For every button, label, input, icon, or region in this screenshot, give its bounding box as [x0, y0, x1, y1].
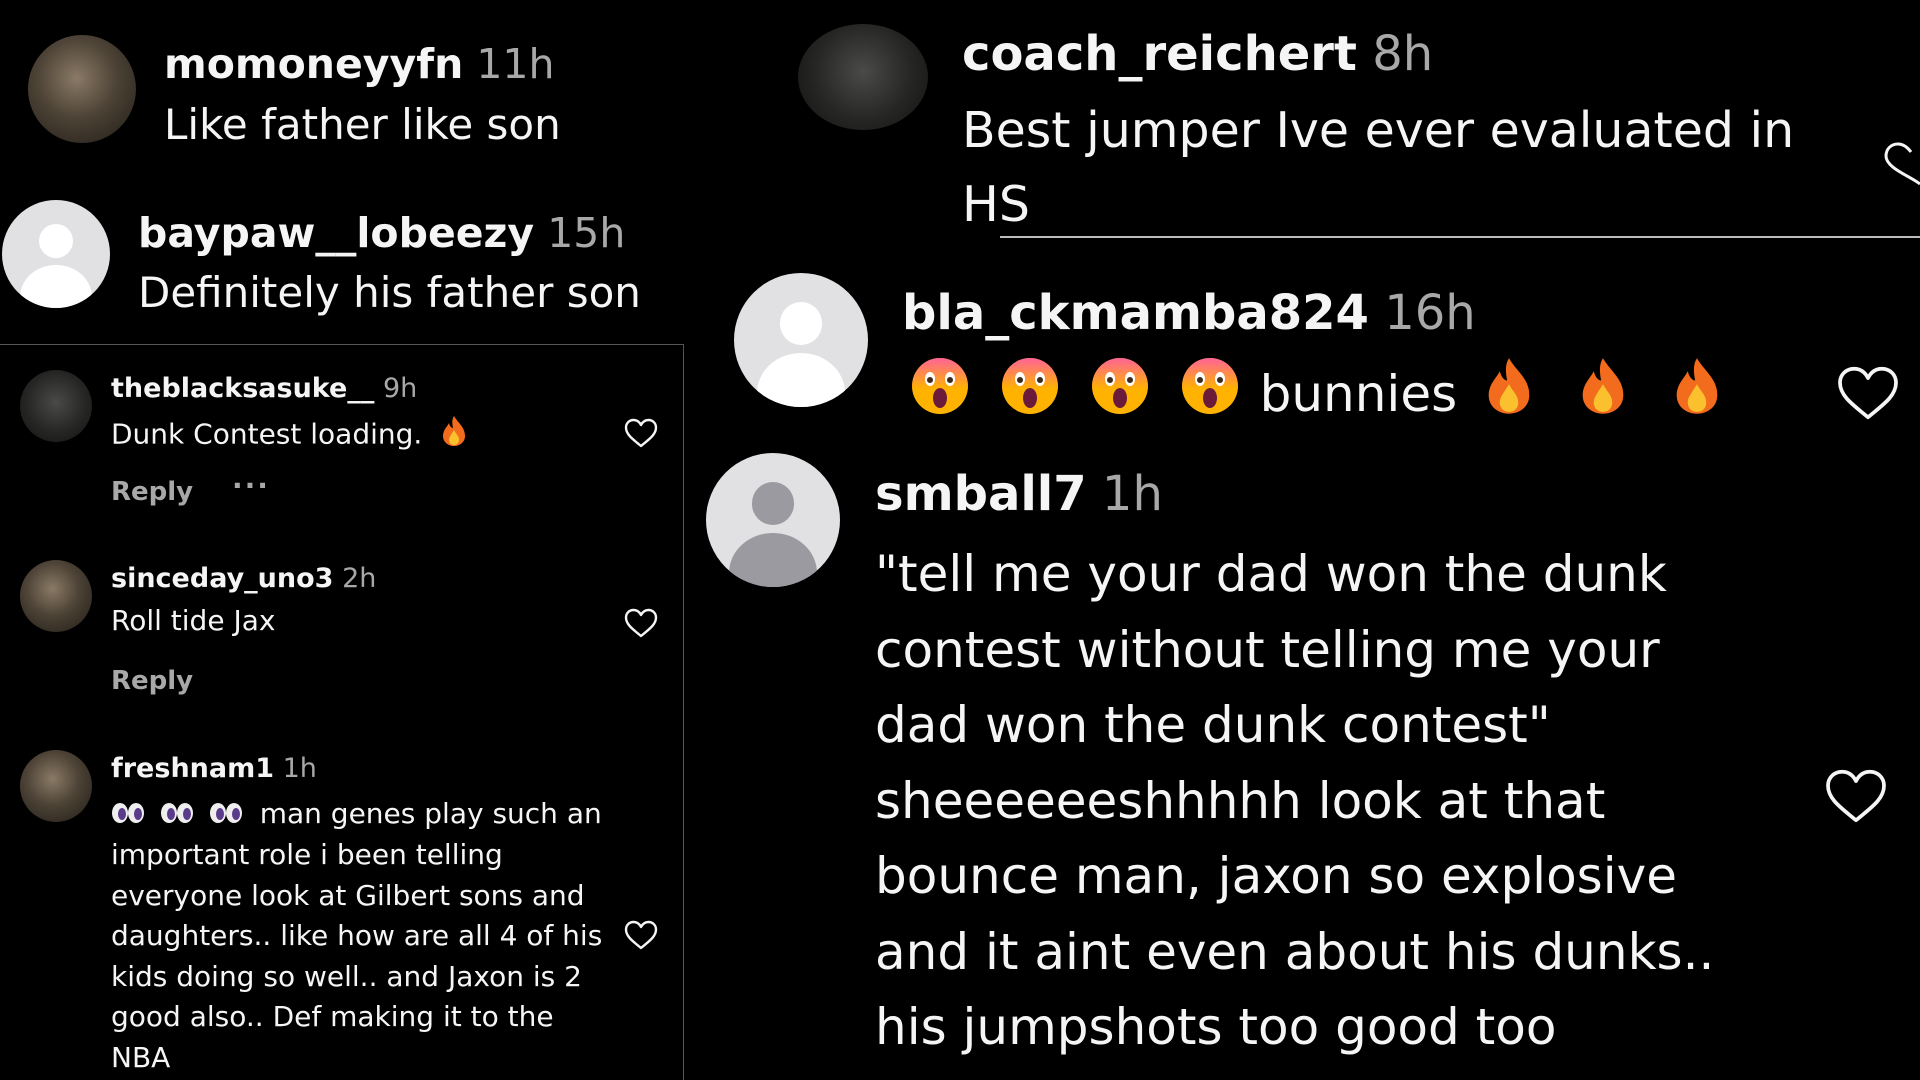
- comment-text: man genes play such an important role i …: [111, 794, 602, 1078]
- avatar[interactable]: [2, 200, 110, 308]
- comment-line: important role i been telling: [111, 838, 503, 872]
- panel-divider: [1000, 236, 1920, 238]
- avatar[interactable]: [20, 560, 92, 632]
- username[interactable]: coach_reichert: [962, 26, 1357, 82]
- panel-divider: [683, 344, 684, 1080]
- eyes-emoji-icon: [160, 795, 194, 836]
- comment-line: NBA: [111, 1040, 171, 1074]
- avatar[interactable]: [20, 370, 92, 442]
- like-heart-icon[interactable]: [1882, 140, 1920, 190]
- comment-line: HS: [962, 176, 1030, 233]
- like-heart-icon[interactable]: [1836, 365, 1900, 421]
- timestamp: 16h: [1384, 285, 1476, 341]
- fire-emoji-icon: [1579, 356, 1627, 432]
- comment-line: dad won the dunk contest": [875, 696, 1551, 754]
- shocked-face-emoji-icon: [910, 356, 970, 432]
- like-heart-icon[interactable]: [624, 608, 658, 638]
- timestamp: 15h: [547, 209, 626, 257]
- comment-text: Definitely his father son: [138, 268, 641, 317]
- comment-line: Best jumper Ive ever evaluated in: [962, 102, 1795, 159]
- comment-text: "tell me your dad won the dunk contest w…: [875, 537, 1714, 1066]
- comment-line: and it aint even about his dunks..: [875, 922, 1715, 981]
- timestamp: 11h: [476, 40, 555, 88]
- comment-line: his jumpshots too good too: [875, 998, 1557, 1056]
- username[interactable]: theblacksasuke__: [111, 373, 374, 404]
- eyes-emoji-icon: [209, 795, 243, 836]
- avatar[interactable]: [20, 750, 92, 822]
- comment-line: good also.. Def making it to the: [111, 1000, 554, 1034]
- comment-text: Like father like son: [164, 100, 561, 149]
- like-heart-icon[interactable]: [624, 418, 658, 448]
- comment-line: bounce man, jaxon so explosive: [875, 847, 1677, 905]
- shocked-face-emoji-icon: [1090, 356, 1150, 432]
- comment-line: everyone look at Gilbert sons and: [111, 878, 585, 912]
- timestamp: 9h: [382, 373, 418, 404]
- reply-button[interactable]: Reply: [111, 476, 193, 508]
- comment-line: "tell me your dad won the dunk: [875, 545, 1667, 603]
- comment-line: contest without telling me your: [875, 620, 1660, 679]
- avatar[interactable]: [734, 273, 868, 407]
- fire-emoji-icon: [1673, 356, 1721, 432]
- username[interactable]: freshnam1: [111, 753, 274, 784]
- comment-text: Dunk Contest loading.: [111, 417, 423, 451]
- eyes-emoji-icon: [111, 795, 145, 836]
- shocked-face-emoji-icon: [1180, 356, 1240, 432]
- username[interactable]: sinceday_uno3: [111, 563, 333, 594]
- timestamp: 8h: [1372, 26, 1434, 82]
- fire-emoji-icon: [441, 415, 467, 456]
- comment-text: Best jumper Ive ever evaluated in HS: [962, 94, 1794, 242]
- username[interactable]: baypaw__lobeezy: [138, 209, 534, 257]
- comment-line: daughters.. like how are all 4 of his: [111, 919, 603, 953]
- fire-emoji-icon: [1485, 356, 1533, 432]
- avatar[interactable]: [706, 453, 840, 587]
- timestamp: 1h: [282, 753, 317, 784]
- comment-text: Roll tide Jax: [111, 604, 276, 637]
- like-heart-icon[interactable]: [1824, 768, 1888, 824]
- timestamp: 1h: [1101, 466, 1163, 522]
- more-options-button[interactable]: ···: [232, 470, 270, 502]
- comment-line: kids doing so well.. and Jaxon is 2: [111, 959, 582, 993]
- avatar[interactable]: [28, 35, 136, 143]
- panel-divider: [0, 344, 684, 345]
- comment-text: bunnies: [910, 356, 1721, 432]
- username[interactable]: smball7: [875, 466, 1087, 522]
- username[interactable]: momoneyyfn: [164, 40, 463, 88]
- comment-word: bunnies: [1259, 365, 1458, 423]
- username[interactable]: bla_ckmamba824: [902, 285, 1369, 341]
- comment-line: sheeeeeeshhhhh look at that: [875, 771, 1606, 830]
- timestamp: 2h: [342, 563, 377, 594]
- shocked-face-emoji-icon: [1000, 356, 1060, 432]
- reply-button[interactable]: Reply: [111, 665, 193, 697]
- comment-line: man genes play such an: [259, 797, 602, 830]
- avatar[interactable]: [798, 24, 928, 130]
- like-heart-icon[interactable]: [624, 920, 658, 950]
